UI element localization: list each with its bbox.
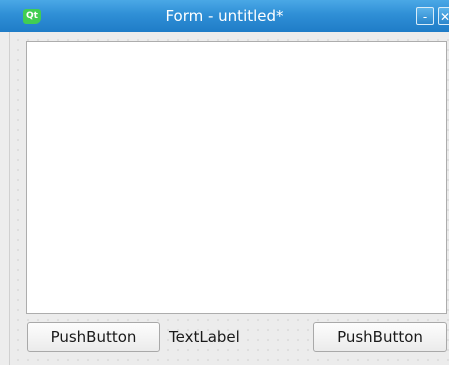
minimize-button[interactable]: - [416,7,434,25]
text-label[interactable]: TextLabel [169,322,240,352]
text-edit[interactable] [26,41,447,314]
window-title: Form - untitled* [165,7,284,25]
push-button-right[interactable]: PushButton [313,322,447,352]
push-button-left[interactable]: PushButton [27,322,160,352]
close-button[interactable]: ✕ [438,7,449,25]
designer-form-window: Qt Form - untitled* - ✕ PushButton TextL… [0,0,449,365]
title-bar[interactable]: Qt Form - untitled* - ✕ [0,0,449,32]
